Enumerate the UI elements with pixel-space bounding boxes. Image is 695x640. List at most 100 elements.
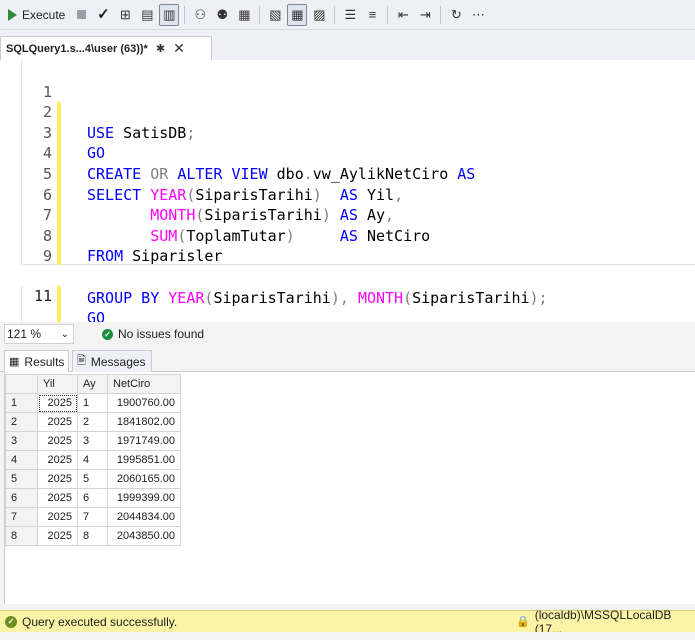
code-line[interactable]: 1 USE SatisDB;	[0, 61, 695, 142]
results-grid-area[interactable]: Yil Ay NetCiro 1 2025 1 1900760.00 2 202…	[4, 372, 695, 604]
results-to-file-icon: ▨	[313, 7, 326, 22]
cell-yil[interactable]: 2025	[37, 469, 78, 489]
code-line[interactable]: 4 SELECT YEAR(SiparisTarihi) AS Yil,	[0, 123, 695, 203]
cell-yil[interactable]: 2025	[37, 488, 78, 508]
row-number[interactable]: 2	[5, 412, 38, 432]
code-line[interactable]: 10 GO	[0, 246, 695, 327]
cell-netciro[interactable]: 2044834.00	[107, 507, 181, 527]
row-number[interactable]: 6	[5, 488, 38, 508]
cell-netciro[interactable]: 1841802.00	[107, 412, 181, 432]
results-to-grid-icon: ▦	[291, 7, 304, 22]
tab-results[interactable]: ▦ Results	[4, 350, 69, 372]
pin-icon[interactable]: ✱	[156, 42, 165, 55]
decrease-indent-button[interactable]: ⇤	[393, 4, 413, 26]
more-button[interactable]: ⋯	[468, 4, 488, 26]
row-number[interactable]: 4	[5, 450, 38, 470]
table-row[interactable]: 5 2025 5 2060165.00	[5, 469, 181, 489]
chevron-down-icon: ⌄	[60, 328, 69, 340]
table-row[interactable]: 2 2025 2 1841802.00	[5, 412, 181, 432]
results-to-file-button[interactable]: ▨	[309, 4, 329, 26]
parse-button[interactable]: ✓	[93, 4, 113, 26]
tab-sqlquery1[interactable]: SQLQuery1.s...4\user (63))* ✱ ✕	[0, 36, 212, 60]
code-line[interactable]: 6 SUM(ToplamTutar) AS NetCiro	[0, 164, 695, 245]
close-icon[interactable]: ✕	[173, 40, 185, 57]
estimated-plan-button[interactable]: ⊞	[115, 4, 135, 26]
query-options-icon: ▤	[141, 7, 154, 22]
results-to-text-button[interactable]: ▧	[265, 4, 285, 26]
row-number[interactable]: 7	[5, 507, 38, 527]
cell-yil[interactable]: 2025	[37, 526, 78, 546]
results-grid[interactable]: Yil Ay NetCiro 1 2025 1 1900760.00 2 202…	[5, 374, 181, 546]
code-line[interactable]: 2 GO	[0, 82, 695, 162]
specify-values-button[interactable]: ↻	[446, 4, 466, 26]
cell-yil[interactable]: 2025	[37, 393, 78, 413]
grid-icon: ▦	[9, 356, 20, 368]
live-stats-button[interactable]: ⚉	[212, 4, 232, 26]
tab-messages[interactable]: 🗎 Messages	[72, 350, 152, 372]
comment-button[interactable]: ☰	[340, 4, 360, 26]
cell-ay[interactable]: 5	[77, 469, 108, 489]
cell-ay[interactable]: 1	[77, 393, 108, 413]
table-row[interactable]: 4 2025 4 1995851.00	[5, 450, 181, 470]
cell-netciro[interactable]: 1900760.00	[107, 393, 181, 413]
toolbar-separator	[334, 5, 336, 24]
toolbar-separator	[387, 5, 389, 24]
query-editor[interactable]: 1 USE SatisDB; 2 GO 3 CREATE OR ALTER VI…	[0, 60, 695, 346]
change-marker	[57, 287, 61, 309]
row-number[interactable]: 5	[5, 469, 38, 489]
cell-ay[interactable]: 8	[77, 526, 108, 546]
cell-netciro[interactable]: 1999399.00	[107, 488, 181, 508]
cell-netciro[interactable]: 1971749.00	[107, 431, 181, 451]
table-row[interactable]: 3 2025 3 1971749.00	[5, 431, 181, 451]
table-row[interactable]: 6 2025 6 1999399.00	[5, 488, 181, 508]
grid-corner[interactable]	[5, 374, 38, 394]
tab-messages-label: Messages	[90, 354, 146, 369]
code-line[interactable]: 8 WHERE ToplamTutar > 0	[0, 205, 695, 286]
tab-title: SQLQuery1.s...4\user (63))*	[6, 42, 148, 55]
table-row[interactable]: 8 2025 8 2043850.00	[5, 526, 181, 546]
lock-icon: 🔒	[516, 616, 530, 628]
column-header[interactable]: Yil	[37, 374, 78, 394]
code-text: GROUP BY YEAR(SiparisTarihi), MONTH(Sipa…	[87, 288, 548, 307]
code-line[interactable]: 7 FROM Siparisler	[0, 185, 695, 265]
table-row[interactable]: 1 2025 1 1900760.00	[5, 393, 181, 413]
cell-yil[interactable]: 2025	[37, 412, 78, 432]
cell-ay[interactable]: 4	[77, 450, 108, 470]
actual-plan-button[interactable]: ⚇	[190, 4, 210, 26]
results-to-grid-button[interactable]: ▦	[287, 3, 308, 26]
uncomment-button[interactable]: ≡	[362, 4, 382, 26]
cell-yil[interactable]: 2025	[37, 507, 78, 527]
table-row[interactable]: 7 2025 7 2044834.00	[5, 507, 181, 527]
column-header[interactable]: NetCiro	[107, 374, 181, 394]
execute-button[interactable]: Execute	[4, 4, 69, 26]
cell-ay[interactable]: 2	[77, 412, 108, 432]
cell-netciro[interactable]: 2060165.00	[107, 469, 181, 489]
toolbar-separator	[440, 5, 442, 24]
cell-yil[interactable]: 2025	[37, 431, 78, 451]
cell-ay[interactable]: 3	[77, 431, 108, 451]
query-options-button[interactable]: ▤	[137, 4, 157, 26]
increase-indent-icon: ⇥	[419, 7, 431, 22]
cell-ay[interactable]: 6	[77, 488, 108, 508]
cell-yil[interactable]: 2025	[37, 450, 78, 470]
more-icon: ⋯	[471, 7, 485, 22]
code-line[interactable]: 9 GROUP BY YEAR(SiparisTarihi), MONTH(Si…	[0, 226, 695, 306]
row-number[interactable]: 1	[5, 393, 38, 413]
line-number: 11	[33, 286, 52, 305]
intellisense-icon: ▥	[163, 7, 176, 22]
issues-status: No issues found	[118, 327, 205, 341]
client-stats-button[interactable]: ▦	[234, 4, 254, 26]
code-line[interactable]: 5 MONTH(SiparisTarihi) AS Ay,	[0, 143, 695, 224]
increase-indent-button[interactable]: ⇥	[415, 4, 435, 26]
row-number[interactable]: 8	[5, 526, 38, 546]
cell-netciro[interactable]: 1995851.00	[107, 450, 181, 470]
row-number[interactable]: 3	[5, 431, 38, 451]
intellisense-button[interactable]: ▥	[159, 3, 180, 26]
code-line[interactable]: 3 CREATE OR ALTER VIEW dbo.vw_AylikNetCi…	[0, 102, 695, 183]
cell-ay[interactable]: 7	[77, 507, 108, 527]
code-line-current[interactable]: 11 SELECT TOP 8 * FROM dbo.vw_AylikNetCi…	[0, 265, 695, 346]
stop-button[interactable]	[71, 4, 91, 26]
zoom-dropdown[interactable]: 121 % ⌄	[4, 324, 74, 344]
cell-netciro[interactable]: 2043850.00	[107, 526, 181, 546]
column-header[interactable]: Ay	[77, 374, 108, 394]
